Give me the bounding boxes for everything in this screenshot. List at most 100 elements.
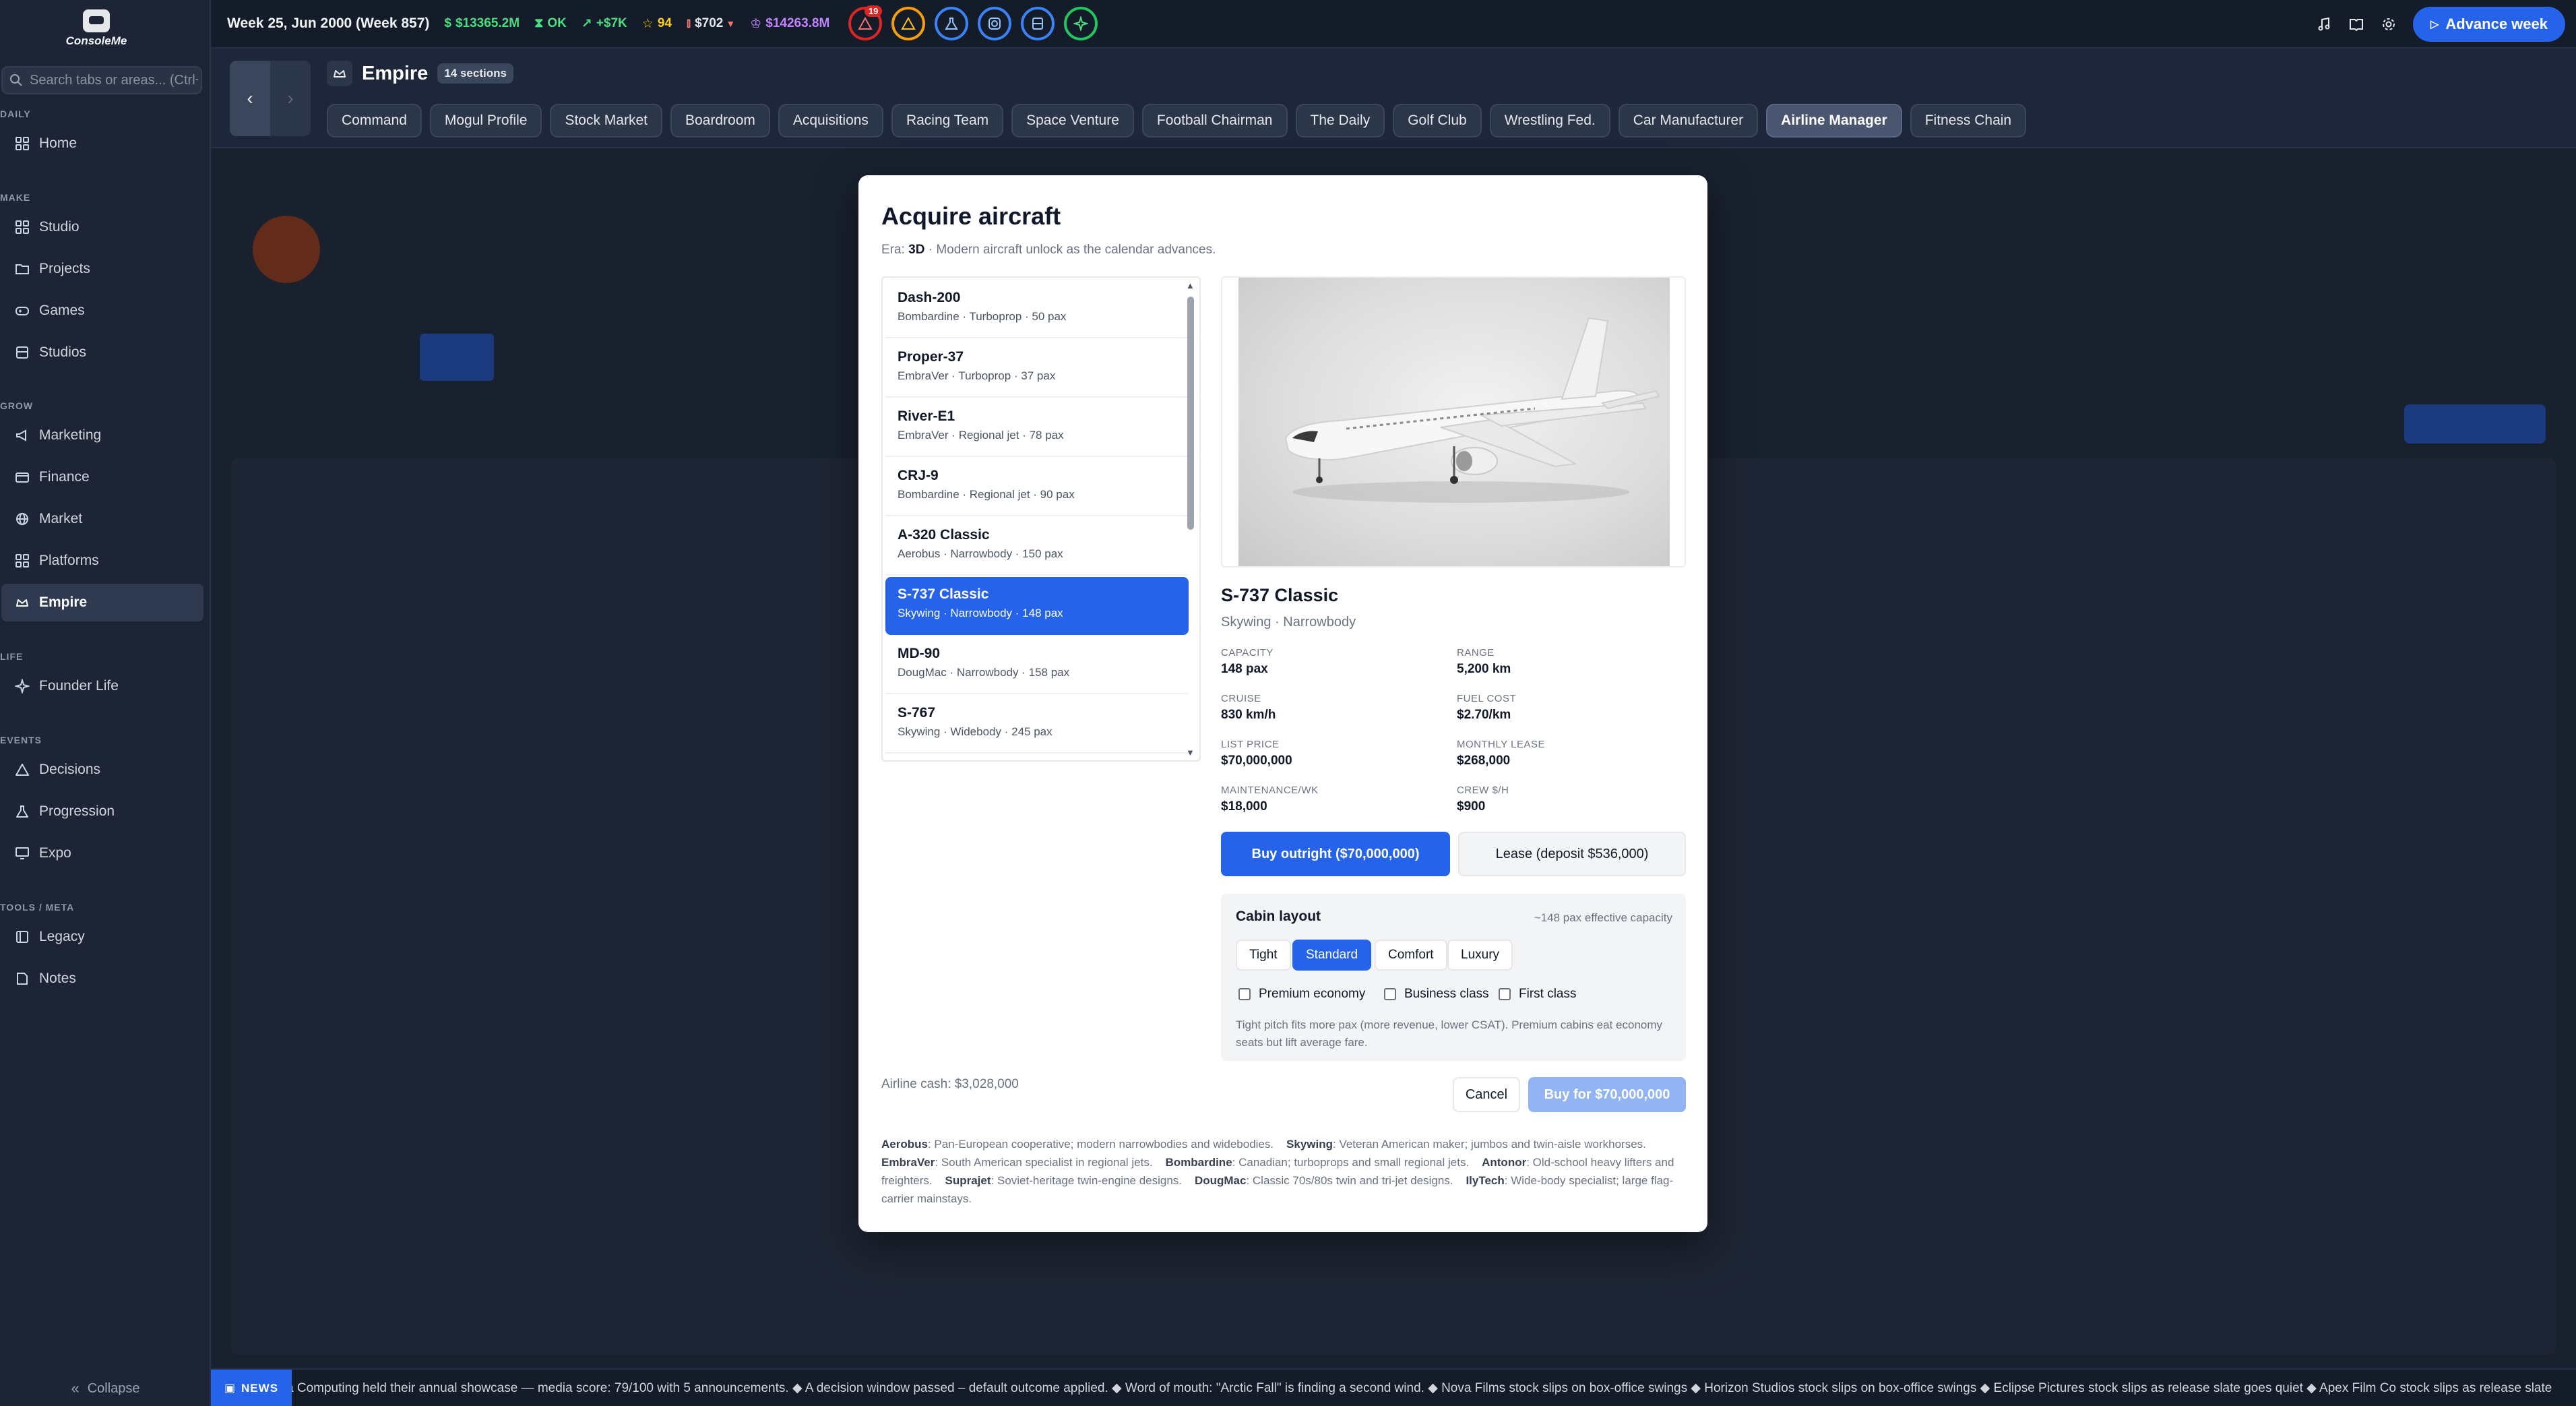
tab-space-venture[interactable]: Space Venture xyxy=(1011,104,1134,137)
music-button[interactable] xyxy=(2309,9,2339,39)
sidebar-item-label: Studios xyxy=(39,344,87,360)
maker-desc: : Veteran American maker; jumbos and twi… xyxy=(1333,1138,1646,1151)
sidebar-item-platforms[interactable]: Platforms xyxy=(1,542,203,580)
advance-week-button[interactable]: ▷ Advance week xyxy=(2413,7,2565,42)
sidebar-search[interactable] xyxy=(1,66,202,94)
scroll-up-icon[interactable]: ▲ xyxy=(1186,280,1195,291)
layout-tight[interactable]: Tight xyxy=(1236,940,1291,971)
aircraft-option-s-767[interactable]: S-767 Skywing · Widebody · 245 pax xyxy=(885,696,1189,754)
collapse-button[interactable]: « Collapse xyxy=(0,1375,211,1402)
sidebar-item-projects[interactable]: Projects xyxy=(1,250,203,288)
camera-button[interactable] xyxy=(978,7,1012,40)
first-class-checkbox[interactable]: First class xyxy=(1499,987,1577,1002)
layout-standard[interactable]: Standard xyxy=(1292,940,1372,971)
search-input[interactable] xyxy=(30,72,198,88)
sidebar-item-studios[interactable]: Studios xyxy=(1,334,203,371)
checkbox-label: Premium economy xyxy=(1259,987,1366,1001)
tab-car-manufacturer[interactable]: Car Manufacturer xyxy=(1618,104,1759,137)
book-open-icon xyxy=(2350,19,2364,32)
valuation-value: $14263.8M xyxy=(765,16,830,30)
aircraft-option-dash-200[interactable]: Dash-200 Bombardine · Turboprop · 50 pax xyxy=(885,280,1189,338)
aircraft-option-md-90[interactable]: MD-90 DougMac · Narrowbody · 158 pax xyxy=(885,636,1189,694)
tab-mogul-profile[interactable]: Mogul Profile xyxy=(429,104,542,137)
tab-football-chairman[interactable]: Football Chairman xyxy=(1141,104,1288,137)
buy-outright-button[interactable]: Buy outright ($70,000,000) xyxy=(1221,832,1450,876)
spec-value: $268,000 xyxy=(1457,754,1511,768)
aircraft-name: CRJ-9 xyxy=(898,468,939,483)
sidebar-item-legacy[interactable]: Legacy xyxy=(1,918,203,956)
aircraft-option-river-e1[interactable]: River-E1 EmbraVer · Regional jet · 78 pa… xyxy=(885,399,1189,457)
tab-stock-market[interactable]: Stock Market xyxy=(550,104,662,137)
tab-airline-manager[interactable]: Airline Manager xyxy=(1766,104,1902,137)
spec-label: CRUISE xyxy=(1221,693,1261,704)
app-logo[interactable]: ConsoleMe xyxy=(46,9,147,50)
scrollbar-thumb[interactable] xyxy=(1187,297,1194,530)
maker-desc: : Canadian; turboprops and small regiona… xyxy=(1232,1156,1470,1169)
confirm-buy-button[interactable]: Buy for $70,000,000 xyxy=(1528,1077,1686,1112)
back-button[interactable]: ‹ xyxy=(230,61,270,136)
business-class-checkbox[interactable]: Business class xyxy=(1384,987,1489,1002)
sidebar-item-founder-life[interactable]: Founder Life xyxy=(1,667,203,705)
building-icon xyxy=(16,346,28,359)
film-button[interactable] xyxy=(1021,7,1055,40)
premium-economy-checkbox[interactable]: Premium economy xyxy=(1238,987,1365,1002)
cash-stat: $ $13365.2M xyxy=(444,16,520,31)
tab-wrestling-fed[interactable]: Wrestling Fed. xyxy=(1489,104,1610,137)
sidebar-item-home[interactable]: Home xyxy=(1,125,203,162)
sidebar-item-studio[interactable]: Studio xyxy=(1,208,203,246)
checkbox-box[interactable] xyxy=(1238,988,1251,1000)
aircraft-option-proper-37[interactable]: Proper-37 EmbraVer · Turboprop · 37 pax xyxy=(885,340,1189,398)
layout-luxury[interactable]: Luxury xyxy=(1447,940,1513,971)
sidebar-item-decisions[interactable]: Decisions xyxy=(1,751,203,789)
spec-label: RANGE xyxy=(1457,647,1495,659)
layout-comfort[interactable]: Comfort xyxy=(1375,940,1447,971)
spec-value: 830 km/h xyxy=(1221,708,1276,722)
sidebar-item-expo[interactable]: Expo xyxy=(1,834,203,872)
list-scrollbar[interactable]: ▲ ▼ xyxy=(1185,280,1197,758)
research-button[interactable] xyxy=(935,7,969,40)
chevron-right-icon: › xyxy=(287,88,294,109)
sidebar-item-label: Studio xyxy=(39,219,80,235)
spec-value: 5,200 km xyxy=(1457,662,1511,676)
section-count-badge: 14 sections xyxy=(437,63,513,84)
tab-command[interactable]: Command xyxy=(327,104,422,137)
tab-golf-club[interactable]: Golf Club xyxy=(1393,104,1482,137)
tab-acquisitions[interactable]: Acquisitions xyxy=(778,104,883,137)
tab-boardroom[interactable]: Boardroom xyxy=(670,104,770,137)
spec-fuel-cost: FUEL COST $2.70/km xyxy=(1457,693,1679,723)
lease-button[interactable]: Lease (deposit $536,000) xyxy=(1458,832,1686,876)
tab-the-daily[interactable]: The Daily xyxy=(1295,104,1385,137)
history-nav: ‹ › xyxy=(230,61,311,136)
alerts-button[interactable]: 19 xyxy=(848,5,883,40)
aircraft-option-s-737-classic[interactable]: S-737 Classic Skywing · Narrowbody · 148… xyxy=(885,577,1189,635)
spec-label: MONTHLY LEASE xyxy=(1457,739,1545,750)
sidebar-item-games[interactable]: Games xyxy=(1,292,203,330)
price-stat: ⫾ $702 ▼ xyxy=(687,16,735,31)
sidebar-item-finance[interactable]: Finance xyxy=(1,458,203,496)
tab-racing-team[interactable]: Racing Team xyxy=(891,104,1004,137)
aircraft-option-crj-9[interactable]: CRJ-9 Bombardine · Regional jet · 90 pax xyxy=(885,458,1189,516)
sidebar-item-market[interactable]: Market xyxy=(1,500,203,538)
checkbox-box[interactable] xyxy=(1384,988,1396,1000)
checkbox-box[interactable] xyxy=(1499,988,1511,1000)
alert-count-badge: 19 xyxy=(864,5,883,17)
grid-icon xyxy=(15,137,29,150)
forward-button[interactable]: › xyxy=(270,61,311,136)
sidebar-item-empire[interactable]: Empire xyxy=(1,584,203,621)
maker-desc: : Soviet-heritage twin-engine designs. xyxy=(991,1174,1183,1187)
section-tabs: Command Mogul Profile Stock Market Board… xyxy=(327,104,2034,137)
cancel-button[interactable]: Cancel xyxy=(1453,1077,1520,1112)
tab-fitness-chain[interactable]: Fitness Chain xyxy=(1910,104,2027,137)
settings-button[interactable] xyxy=(2374,9,2404,39)
aircraft-option-a-320-classic[interactable]: A-320 Classic Aerobus · Narrowbody · 150… xyxy=(885,518,1189,576)
megaphone-icon xyxy=(16,429,26,441)
maker-name: Antonor xyxy=(1482,1156,1527,1169)
guide-button[interactable] xyxy=(2342,9,2371,39)
sidebar-item-notes[interactable]: Notes xyxy=(1,960,203,998)
sidebar-item-progression[interactable]: Progression xyxy=(1,793,203,830)
chevron-left-icon: ‹ xyxy=(247,88,253,109)
scroll-down-icon[interactable]: ▼ xyxy=(1186,747,1195,758)
sidebar-item-marketing[interactable]: Marketing xyxy=(1,417,203,454)
growth-button[interactable] xyxy=(1064,7,1098,40)
warnings-button[interactable] xyxy=(891,7,926,40)
